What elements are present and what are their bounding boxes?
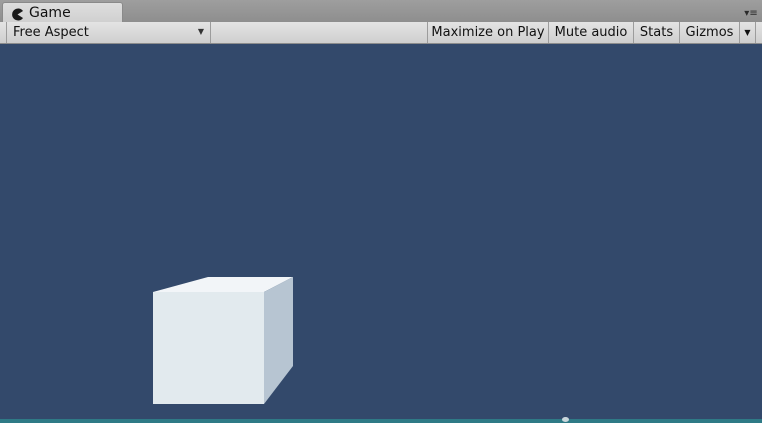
scroll-handle[interactable] <box>562 417 569 422</box>
mute-audio-toggle[interactable]: Mute audio <box>549 22 634 43</box>
panel-menu-icon[interactable]: ▾≡ <box>744 7 758 19</box>
game-window: Game ▾≡ Free Aspect ▼ Maximize on Play M… <box>0 0 762 423</box>
stats-toggle[interactable]: Stats <box>634 22 680 43</box>
bottom-status-bar <box>0 419 762 423</box>
game-toolbar: Free Aspect ▼ Maximize on Play Mute audi… <box>0 22 762 44</box>
aspect-dropdown-value: Free Aspect <box>13 25 89 40</box>
maximize-on-play-toggle[interactable]: Maximize on Play <box>427 22 549 43</box>
aspect-dropdown[interactable]: Free Aspect ▼ <box>6 22 211 43</box>
tab-game[interactable]: Game <box>2 2 123 22</box>
cube-object <box>153 277 293 404</box>
pacman-icon <box>11 6 24 21</box>
tab-strip: Game ▾≡ <box>0 0 762 23</box>
cube-front-face <box>153 292 264 404</box>
chevron-down-icon: ▼ <box>197 27 204 36</box>
cube-side-face <box>264 277 293 404</box>
gizmos-dropdown-button[interactable]: ▼ <box>740 22 756 43</box>
game-viewport[interactable] <box>0 44 762 419</box>
tab-title: Game <box>29 4 71 21</box>
gizmos-toggle[interactable]: Gizmos <box>680 22 740 43</box>
